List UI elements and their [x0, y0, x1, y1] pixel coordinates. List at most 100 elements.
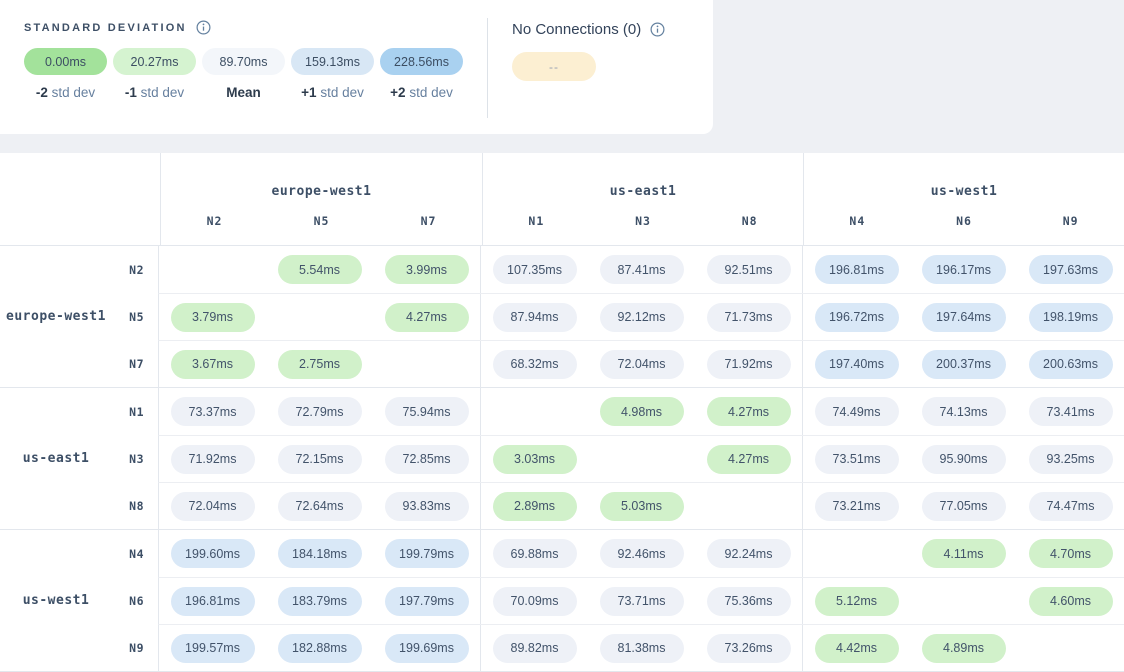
latency-cell: 72.64ms [266, 483, 373, 529]
latency-pill: 4.27ms [385, 303, 469, 332]
legend-pill: 159.13ms [291, 48, 374, 75]
latency-cell: 4.98ms [588, 388, 695, 435]
latency-cell: 196.81ms [159, 578, 266, 624]
latency-pill: 3.03ms [493, 445, 577, 474]
latency-cell: 196.17ms [910, 246, 1017, 293]
latency-pill: 71.73ms [707, 303, 791, 332]
latency-cell: 5.12ms [802, 578, 910, 624]
matrix-row: N73.67ms2.75ms68.32ms72.04ms71.92ms197.4… [112, 340, 1124, 387]
latency-pill: 184.18ms [278, 539, 362, 568]
latency-pill: 81.38ms [600, 634, 684, 663]
std-dev-legend: STANDARD DEVIATION 0.00ms20.27ms89.70ms1… [0, 0, 487, 134]
latency-cell: 73.26ms [695, 625, 802, 671]
latency-cell: 73.21ms [802, 483, 910, 529]
latency-pill: 4.42ms [815, 634, 899, 663]
latency-cell: 184.18ms [266, 530, 373, 577]
latency-pill: 72.79ms [278, 397, 362, 426]
matrix-row: N173.37ms72.79ms75.94ms4.98ms4.27ms74.49… [112, 388, 1124, 435]
latency-cell: 5.54ms [266, 246, 373, 293]
matrix-row-cells: 3.67ms2.75ms68.32ms72.04ms71.92ms197.40m… [158, 340, 1124, 387]
latency-pill: 72.04ms [600, 350, 684, 379]
info-icon[interactable] [196, 20, 211, 35]
latency-cell [480, 388, 588, 435]
latency-pill: 182.88ms [278, 634, 362, 663]
latency-pill: 3.99ms [385, 255, 469, 284]
latency-cell [266, 294, 373, 340]
latency-cell [588, 436, 695, 482]
latency-pill: 71.92ms [707, 350, 791, 379]
latency-pill: 77.05ms [922, 492, 1006, 521]
latency-pill: 183.79ms [278, 587, 362, 616]
latency-cell [802, 530, 910, 577]
latency-pill: 70.09ms [493, 587, 577, 616]
latency-cell: 92.46ms [588, 530, 695, 577]
latency-pill: 72.64ms [278, 492, 362, 521]
latency-cell: 72.15ms [266, 436, 373, 482]
no-connections-label: No Connections (0) [512, 21, 641, 38]
latency-cell: 87.94ms [480, 294, 588, 340]
row-node-label: N6 [112, 577, 158, 624]
column-node-row: N2N5N7 [161, 214, 482, 228]
latency-pill: 4.11ms [922, 539, 1006, 568]
latency-cell: 4.89ms [910, 625, 1017, 671]
latency-cell: 92.12ms [588, 294, 695, 340]
row-group: us-east1N173.37ms72.79ms75.94ms4.98ms4.2… [0, 387, 1124, 529]
info-icon[interactable] [650, 22, 665, 37]
latency-pill: 95.90ms [922, 445, 1006, 474]
matrix-row-cells: 72.04ms72.64ms93.83ms2.89ms5.03ms73.21ms… [158, 482, 1124, 529]
column-group-header: us-west1 N4N6N9 [803, 153, 1124, 245]
latency-cell: 4.27ms [695, 436, 802, 482]
latency-cell: 72.79ms [266, 388, 373, 435]
latency-cell: 71.92ms [695, 341, 802, 387]
row-group-rows: N4199.60ms184.18ms199.79ms69.88ms92.46ms… [112, 530, 1124, 671]
latency-pill: 199.69ms [385, 634, 469, 663]
latency-pill: 92.51ms [707, 255, 791, 284]
column-node-label: N3 [590, 214, 697, 228]
latency-pill: 72.04ms [171, 492, 255, 521]
latency-cell: 92.24ms [695, 530, 802, 577]
latency-cell: 87.41ms [588, 246, 695, 293]
latency-cell: 197.40ms [802, 341, 910, 387]
latency-pill: 73.21ms [815, 492, 899, 521]
latency-pill: 87.41ms [600, 255, 684, 284]
row-node-label: N5 [112, 293, 158, 340]
legend-labels: -2 std dev-1 std devMean+1 std dev+2 std… [24, 85, 463, 100]
latency-pill: 4.98ms [600, 397, 684, 426]
latency-cell: 2.75ms [266, 341, 373, 387]
latency-pill: 200.63ms [1029, 350, 1113, 379]
latency-cell: 89.82ms [480, 625, 588, 671]
matrix-row-cells: 199.57ms182.88ms199.69ms89.82ms81.38ms73… [158, 624, 1124, 671]
latency-pill: 73.41ms [1029, 397, 1113, 426]
no-connections-legend: No Connections (0) -- [488, 0, 665, 134]
row-group-rows: N25.54ms3.99ms107.35ms87.41ms92.51ms196.… [112, 246, 1124, 387]
matrix-row: N6196.81ms183.79ms197.79ms70.09ms73.71ms… [112, 577, 1124, 624]
latency-cell: 107.35ms [480, 246, 588, 293]
legend-pills: 0.00ms20.27ms89.70ms159.13ms228.56ms [24, 48, 463, 75]
latency-cell: 73.71ms [588, 578, 695, 624]
latency-cell: 81.38ms [588, 625, 695, 671]
latency-pill: 2.75ms [278, 350, 362, 379]
matrix-row-cells: 199.60ms184.18ms199.79ms69.88ms92.46ms92… [158, 530, 1124, 577]
legend-pill-label: Mean [202, 85, 285, 100]
legend-panel: STANDARD DEVIATION 0.00ms20.27ms89.70ms1… [0, 0, 713, 134]
matrix-body: europe-west1N25.54ms3.99ms107.35ms87.41m… [0, 246, 1124, 671]
column-node-row: N4N6N9 [804, 214, 1124, 228]
latency-cell: 3.99ms [373, 246, 480, 293]
matrix-row-cells: 73.37ms72.79ms75.94ms4.98ms4.27ms74.49ms… [158, 388, 1124, 435]
latency-pill: 198.19ms [1029, 303, 1113, 332]
latency-cell: 73.37ms [159, 388, 266, 435]
latency-cell: 74.47ms [1017, 483, 1124, 529]
latency-cell: 74.49ms [802, 388, 910, 435]
column-region-label: us-west1 [804, 184, 1124, 199]
matrix-row: N872.04ms72.64ms93.83ms2.89ms5.03ms73.21… [112, 482, 1124, 529]
latency-cell: 73.51ms [802, 436, 910, 482]
matrix-row-cells: 5.54ms3.99ms107.35ms87.41ms92.51ms196.81… [158, 246, 1124, 293]
latency-cell: 4.42ms [802, 625, 910, 671]
latency-cell: 75.94ms [373, 388, 480, 435]
latency-cell: 4.70ms [1017, 530, 1124, 577]
latency-cell: 198.19ms [1017, 294, 1124, 340]
latency-pill: 196.17ms [922, 255, 1006, 284]
latency-cell: 196.72ms [802, 294, 910, 340]
matrix-row: N9199.57ms182.88ms199.69ms89.82ms81.38ms… [112, 624, 1124, 671]
no-connections-pill: -- [512, 52, 596, 81]
